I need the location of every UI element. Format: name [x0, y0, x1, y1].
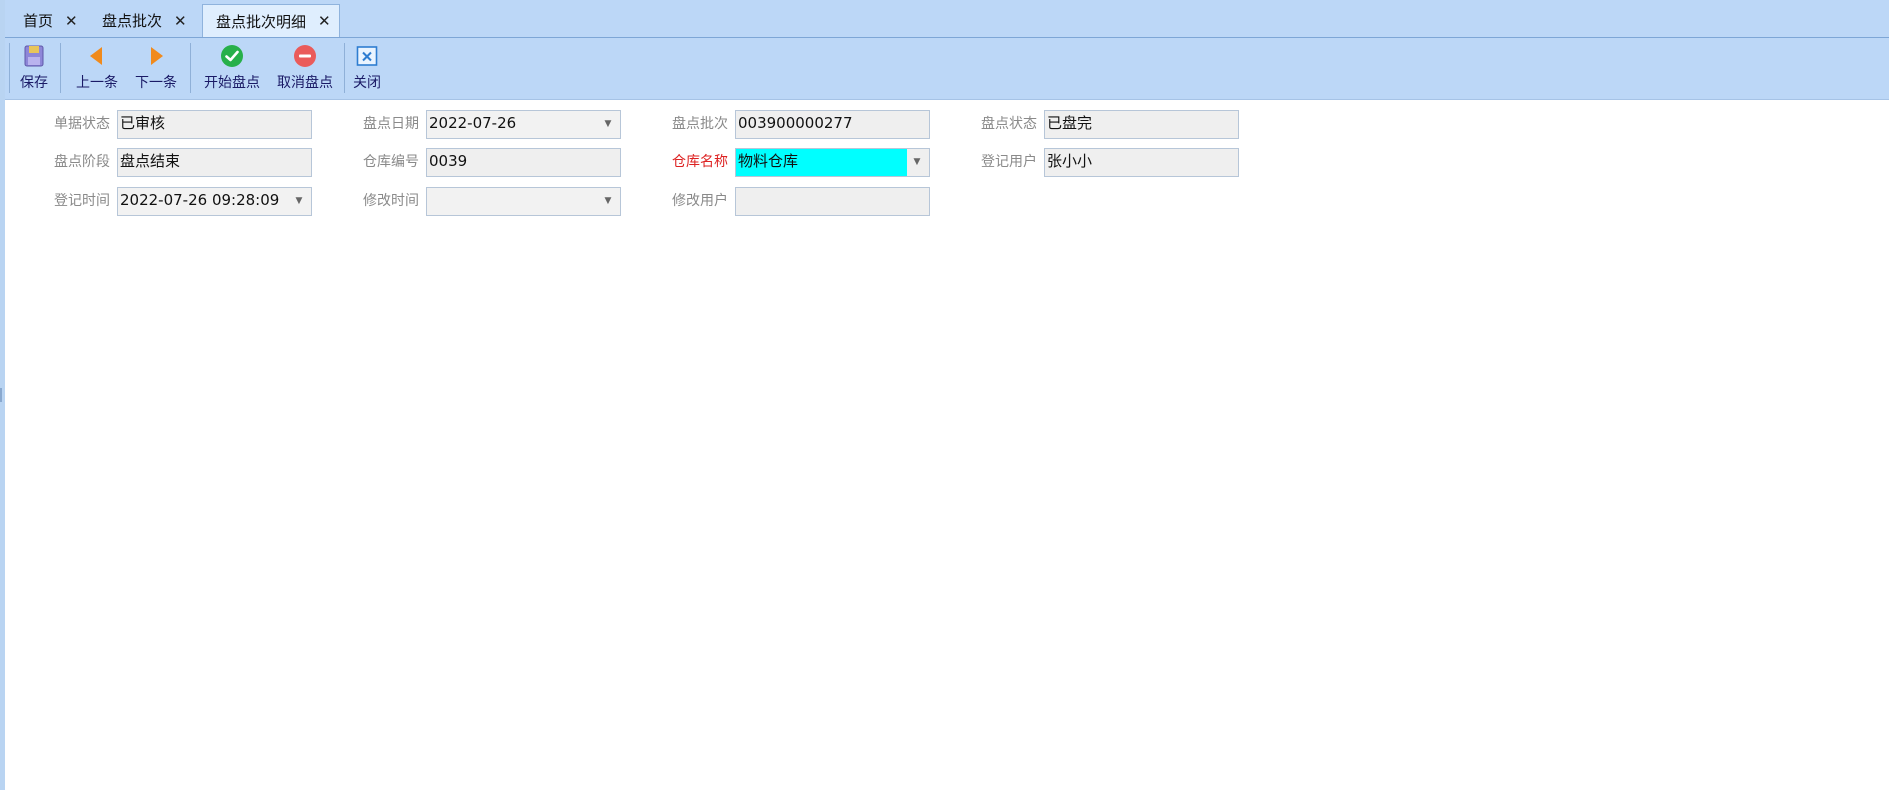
- save-button[interactable]: 保存: [17, 42, 51, 94]
- warehouse-name-label: 仓库名称: [672, 154, 728, 170]
- mod-time-field[interactable]: ▼: [426, 187, 621, 216]
- warehouse-code-field[interactable]: 0039: [426, 148, 621, 177]
- reg-time-field[interactable]: 2022-07-26 09:28:09 ▼: [117, 187, 312, 216]
- count-batch-label: 盘点批次: [672, 116, 728, 132]
- detail-form: 单据状态 已审核 盘点日期 2022-07-26 ▼ 盘点批次 00390000…: [5, 100, 1889, 790]
- count-stage-field[interactable]: 盘点结束: [117, 148, 312, 177]
- close-label: 关闭: [353, 75, 381, 91]
- close-icon[interactable]: ✕: [65, 12, 78, 30]
- reg-user-value: 张小小: [1047, 152, 1093, 170]
- arrow-left-icon: [90, 47, 102, 65]
- mod-user-label: 修改用户: [672, 193, 728, 209]
- toolbar-separator: [190, 43, 191, 93]
- toolbar-separator: [344, 43, 345, 93]
- minus-circle-icon: [294, 45, 316, 67]
- count-status-field[interactable]: 已盘完: [1044, 110, 1239, 139]
- toolbar: 保存 上一条 下一条 开始盘点 取消盘点 关闭: [5, 38, 1889, 101]
- prev-label: 上一条: [76, 75, 118, 91]
- warehouse-name-field[interactable]: 物料仓库 ▼: [735, 148, 930, 177]
- doc-status-value: 已审核: [120, 114, 166, 132]
- chevron-down-icon[interactable]: ▼: [596, 188, 620, 215]
- count-stage-label: 盘点阶段: [54, 154, 110, 170]
- mod-user-field[interactable]: [735, 187, 930, 216]
- tab-inventory-batch-detail[interactable]: 盘点批次明细 ✕: [202, 4, 340, 37]
- reg-time-value: 2022-07-26 09:28:09: [120, 191, 280, 209]
- start-count-label: 开始盘点: [204, 75, 260, 91]
- reg-user-field[interactable]: 张小小: [1044, 148, 1239, 177]
- cancel-count-button[interactable]: 取消盘点: [271, 42, 339, 94]
- chevron-down-icon[interactable]: ▼: [596, 111, 620, 138]
- warehouse-name-value: 物料仓库: [736, 149, 907, 176]
- count-status-label: 盘点状态: [981, 116, 1037, 132]
- warehouse-code-label: 仓库编号: [363, 154, 419, 170]
- tab-inventory-batch[interactable]: 盘点批次 ✕: [89, 5, 193, 36]
- close-icon[interactable]: ✕: [174, 12, 187, 30]
- check-circle-icon: [221, 45, 243, 67]
- start-count-button[interactable]: 开始盘点: [198, 42, 266, 94]
- prev-record-button[interactable]: 上一条: [71, 42, 123, 94]
- reg-time-label: 登记时间: [54, 193, 110, 209]
- tab-bar: 首页 ✕ 盘点批次 ✕ 盘点批次明细 ✕: [5, 0, 1889, 38]
- next-label: 下一条: [135, 75, 177, 91]
- tab-home[interactable]: 首页 ✕: [10, 5, 85, 36]
- save-disk-icon: [24, 45, 44, 67]
- arrow-right-icon: [151, 47, 163, 65]
- tab-label: 首页: [23, 12, 54, 30]
- count-batch-value: 003900000277: [738, 114, 853, 132]
- count-date-field[interactable]: 2022-07-26 ▼: [426, 110, 621, 139]
- close-window-icon: [356, 46, 378, 66]
- chevron-down-icon[interactable]: ▼: [905, 149, 929, 176]
- close-button[interactable]: 关闭: [350, 42, 384, 94]
- doc-status-label: 单据状态: [54, 116, 110, 132]
- tab-label: 盘点批次明细: [216, 12, 307, 31]
- tab-label: 盘点批次: [102, 12, 163, 30]
- count-batch-field[interactable]: 003900000277: [735, 110, 930, 139]
- count-date-label: 盘点日期: [363, 116, 419, 132]
- toolbar-separator: [60, 43, 61, 93]
- count-date-value: 2022-07-26: [429, 114, 517, 132]
- toolbar-separator: [9, 43, 10, 93]
- doc-status-field[interactable]: 已审核: [117, 110, 312, 139]
- count-stage-value: 盘点结束: [120, 152, 181, 170]
- mod-time-label: 修改时间: [363, 193, 419, 209]
- save-label: 保存: [20, 75, 48, 91]
- chevron-down-icon[interactable]: ▼: [287, 188, 311, 215]
- close-icon[interactable]: ✕: [318, 12, 331, 30]
- next-record-button[interactable]: 下一条: [130, 42, 182, 94]
- reg-user-label: 登记用户: [981, 154, 1037, 170]
- cancel-count-label: 取消盘点: [277, 75, 333, 91]
- warehouse-code-value: 0039: [429, 152, 468, 170]
- count-status-value: 已盘完: [1047, 114, 1093, 132]
